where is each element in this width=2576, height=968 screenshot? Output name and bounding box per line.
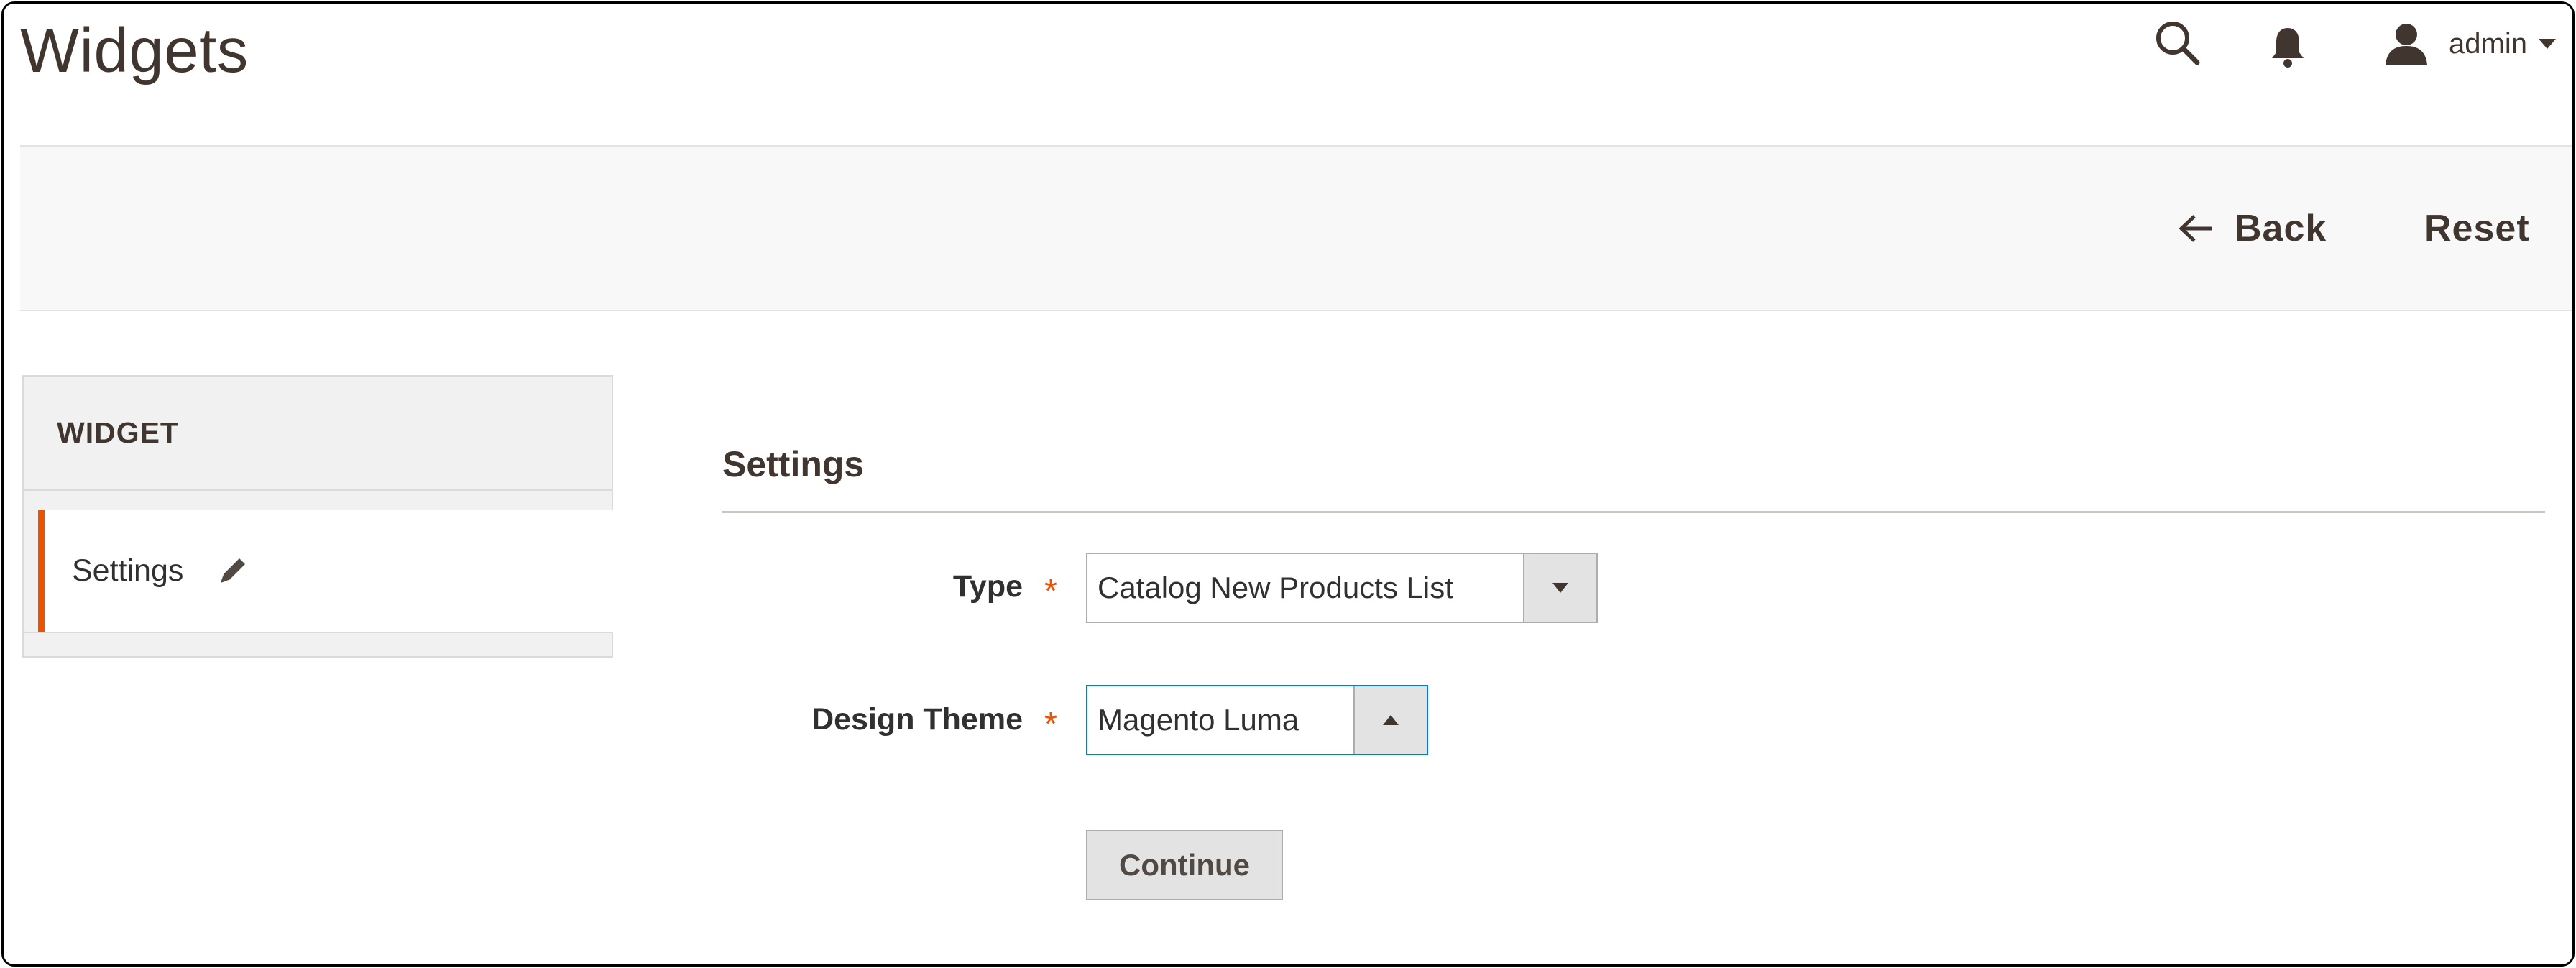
sidebar-item-label: Settings — [72, 553, 184, 588]
section-divider — [722, 511, 2545, 513]
sidebar-divider — [22, 489, 613, 491]
sidebar-title: WIDGET — [57, 416, 179, 449]
user-menu[interactable]: admin — [2383, 21, 2556, 67]
page-title: Widgets — [20, 16, 249, 86]
reset-button[interactable]: Reset — [2424, 200, 2530, 257]
type-label: Type — [952, 569, 1023, 604]
continue-button[interactable]: Continue — [1086, 830, 1283, 900]
caret-down-icon — [2538, 39, 2556, 49]
pencil-icon — [221, 558, 246, 583]
type-required-mark: * — [1044, 572, 1057, 609]
design-theme-select-value: Magento Luma — [1098, 703, 1300, 737]
type-select[interactable]: Catalog New Products List — [1086, 553, 1598, 623]
type-select-toggle[interactable] — [1523, 554, 1596, 622]
arrow-left-icon — [2179, 215, 2212, 242]
design-theme-label: Design Theme — [811, 702, 1023, 737]
caret-up-icon — [1383, 715, 1399, 725]
bell-icon[interactable] — [2268, 24, 2308, 70]
search-icon[interactable] — [2151, 17, 2203, 68]
app-window: Widgets admin Back Reset WIDGET Settings… — [1, 1, 2575, 967]
reset-label: Reset — [2424, 208, 2530, 249]
user-icon — [2386, 24, 2427, 65]
design-theme-required-mark: * — [1044, 705, 1057, 742]
type-select-value: Catalog New Products List — [1098, 571, 1453, 604]
design-theme-select-toggle[interactable] — [1353, 686, 1427, 754]
sidebar-item-settings[interactable]: Settings — [38, 510, 615, 632]
back-button[interactable]: Back — [2177, 200, 2327, 257]
back-label: Back — [2235, 208, 2327, 249]
design-theme-select[interactable]: Magento Luma — [1086, 685, 1428, 755]
user-name: admin — [2449, 27, 2527, 60]
section-title: Settings — [722, 444, 865, 484]
sidebar-divider — [22, 632, 613, 633]
caret-down-icon — [1552, 583, 1568, 593]
continue-label: Continue — [1119, 848, 1250, 882]
